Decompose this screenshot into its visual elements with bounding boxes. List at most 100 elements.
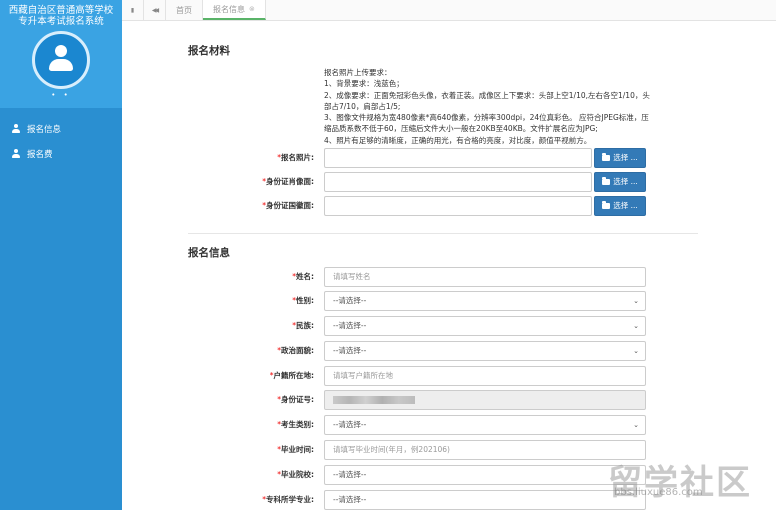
folder-open-icon bbox=[602, 201, 611, 209]
menu-toggle-button[interactable]: ▮ bbox=[122, 0, 144, 20]
form-row-politics: *政治面貌: --请选择-- ⌄ bbox=[122, 341, 776, 361]
field-label: *姓名: bbox=[292, 267, 314, 287]
tab-home[interactable]: 首页 bbox=[166, 0, 203, 20]
major-select[interactable]: --请选择-- bbox=[324, 490, 646, 510]
section-divider bbox=[188, 233, 698, 234]
button-label: 选择 ... bbox=[613, 153, 638, 162]
main-content: 报名材料 报名照片上传要求： 1、背景要求：浅蓝色； 2、成像要求：正面免冠彩色… bbox=[122, 21, 776, 510]
select-value: --请选择-- bbox=[333, 321, 367, 330]
user-icon bbox=[12, 149, 20, 158]
sidebar-header: 西藏自治区普通高等学校 专升本考试报名系统 • • bbox=[0, 0, 122, 108]
sidebar-item-registration-info[interactable]: 报名信息 bbox=[0, 116, 122, 141]
sidebar-item-registration-fee[interactable]: 报名费 bbox=[0, 141, 122, 166]
system-title-line2: 专升本考试报名系统 bbox=[18, 16, 104, 27]
photo-requirements: 报名照片上传要求： 1、背景要求：浅蓝色； 2、成像要求：正面免冠彩色头像，衣着… bbox=[324, 67, 654, 146]
chevron-down-icon: ⌄ bbox=[633, 421, 639, 429]
field-label: *性别: bbox=[292, 291, 314, 311]
user-icon bbox=[12, 124, 20, 133]
id-emblem-file-input[interactable] bbox=[324, 196, 592, 216]
folder-open-icon bbox=[602, 177, 611, 185]
upload-row-id-front: *身份证肖像面: 选择 ... bbox=[122, 172, 776, 192]
photo-file-input[interactable] bbox=[324, 148, 592, 168]
sidebar-item-label: 报名费 bbox=[27, 149, 53, 160]
tab-label: 首页 bbox=[176, 5, 192, 15]
requirement-line: 1、背景要求：浅蓝色； bbox=[324, 79, 404, 89]
select-value: --请选择-- bbox=[333, 296, 367, 305]
choose-photo-button[interactable]: 选择 ... bbox=[594, 148, 646, 168]
field-label: *毕业时间: bbox=[277, 440, 314, 460]
label-text: 考生类别: bbox=[281, 420, 314, 429]
requirement-line: 报名照片上传要求： bbox=[324, 68, 392, 77]
gender-select[interactable]: --请选择-- ⌄ bbox=[324, 291, 646, 311]
sidebar-menu: 报名信息 报名费 bbox=[0, 116, 122, 166]
requirement-line: 3、图像文件规格为宽480像素*高640像素，分辨率300dpi，24位真彩色。… bbox=[324, 113, 649, 134]
avatar bbox=[32, 31, 90, 89]
folder-open-icon bbox=[602, 153, 611, 161]
requirement-line: 4、照片有足够的清晰度，正确的用光，有合格的亮度，对比度，颜值平视前方。 bbox=[324, 135, 592, 145]
field-label: *专科所学专业: bbox=[262, 490, 314, 510]
graduate-school-select[interactable]: --请选择-- bbox=[324, 465, 646, 485]
form-row-ethnicity: *民族: --请选择-- ⌄ bbox=[122, 316, 776, 336]
sidebar-item-label: 报名信息 bbox=[27, 124, 62, 135]
political-status-select[interactable]: --请选择-- ⌄ bbox=[324, 341, 646, 361]
field-label: *考生类别: bbox=[277, 415, 314, 435]
choose-id-portrait-button[interactable]: 选择 ... bbox=[594, 172, 646, 192]
site-watermark: 留学社区 bbs.liuxue86.com bbox=[608, 455, 776, 510]
sidebar: 西藏自治区普通高等学校 专升本考试报名系统 • • 报名信息 报名费 bbox=[0, 0, 122, 510]
field-label: *身份证肖像面: bbox=[262, 172, 314, 192]
label-text: 毕业院校: bbox=[281, 470, 314, 479]
field-label: *民族: bbox=[292, 316, 314, 336]
field-label: *政治面貌: bbox=[277, 341, 314, 361]
select-value: --请选择-- bbox=[333, 420, 367, 429]
field-label: *身份证号: bbox=[277, 390, 314, 410]
double-left-arrow-icon: ◀◀ bbox=[151, 6, 159, 14]
close-icon[interactable]: ⊗ bbox=[249, 5, 255, 13]
redacted-value bbox=[333, 396, 415, 404]
label-text: 毕业时间: bbox=[281, 445, 314, 454]
upload-row-id-back: *身份证国徽面: 选择 ... bbox=[122, 196, 776, 216]
user-status-dots: • • bbox=[51, 91, 71, 99]
label-text: 民族: bbox=[296, 321, 314, 330]
form-row-idcard: *身份证号: bbox=[122, 390, 776, 410]
info-section-title: 报名信息 bbox=[188, 247, 230, 259]
label-text: 性别: bbox=[296, 296, 314, 305]
form-row-category: *考生类别: --请选择-- ⌄ bbox=[122, 415, 776, 435]
tab-label: 报名信息 bbox=[213, 4, 245, 14]
upload-row-photo: *报名照片: 选择 ... bbox=[122, 148, 776, 168]
choose-id-emblem-button[interactable]: 选择 ... bbox=[594, 196, 646, 216]
menu-toggle-icon: ▮ bbox=[130, 6, 135, 14]
system-title-line1: 西藏自治区普通高等学校 bbox=[8, 5, 114, 16]
hukou-input[interactable]: 请填写户籍所在地 bbox=[324, 366, 646, 386]
label-text: 身份证号: bbox=[281, 395, 314, 404]
chevron-down-icon: ⌄ bbox=[633, 322, 639, 330]
graduation-time-input[interactable]: 请填写毕业时间(年月，例202106) bbox=[324, 440, 646, 460]
watermark-url: bbs.liuxue86.com bbox=[614, 487, 703, 498]
form-row-name: *姓名: 请填写姓名 bbox=[122, 267, 776, 287]
tabs-prev-button[interactable]: ◀◀ bbox=[144, 0, 166, 20]
id-number-input bbox=[324, 390, 646, 410]
materials-section-title: 报名材料 bbox=[188, 45, 230, 57]
button-label: 选择 ... bbox=[613, 201, 638, 210]
tab-registration-info[interactable]: 报名信息 ⊗ bbox=[203, 0, 266, 20]
field-label: *身份证国徽面: bbox=[262, 196, 314, 216]
label-text: 姓名: bbox=[296, 272, 314, 281]
tab-bar: ▮ ◀◀ 首页 报名信息 ⊗ bbox=[122, 0, 776, 21]
avatar-head bbox=[55, 45, 67, 57]
chevron-down-icon: ⌄ bbox=[633, 347, 639, 355]
id-portrait-file-input[interactable] bbox=[324, 172, 592, 192]
ethnicity-select[interactable]: --请选择-- ⌄ bbox=[324, 316, 646, 336]
label-text: 专科所学专业: bbox=[266, 495, 314, 504]
form-row-gender: *性别: --请选择-- ⌄ bbox=[122, 291, 776, 311]
label-text: 报名照片: bbox=[281, 153, 314, 162]
avatar-body bbox=[49, 59, 73, 71]
form-row-hukou: *户籍所在地: 请填写户籍所在地 bbox=[122, 366, 776, 386]
label-text: 身份证肖像面: bbox=[266, 177, 314, 186]
label-text: 户籍所在地: bbox=[273, 371, 315, 380]
select-value: --请选择-- bbox=[333, 470, 367, 479]
label-text: 身份证国徽面: bbox=[266, 201, 314, 210]
name-input[interactable]: 请填写姓名 bbox=[324, 267, 646, 287]
select-value: --请选择-- bbox=[333, 346, 367, 355]
chevron-down-icon: ⌄ bbox=[633, 297, 639, 305]
field-label: *毕业院校: bbox=[277, 465, 314, 485]
candidate-category-select[interactable]: --请选择-- ⌄ bbox=[324, 415, 646, 435]
